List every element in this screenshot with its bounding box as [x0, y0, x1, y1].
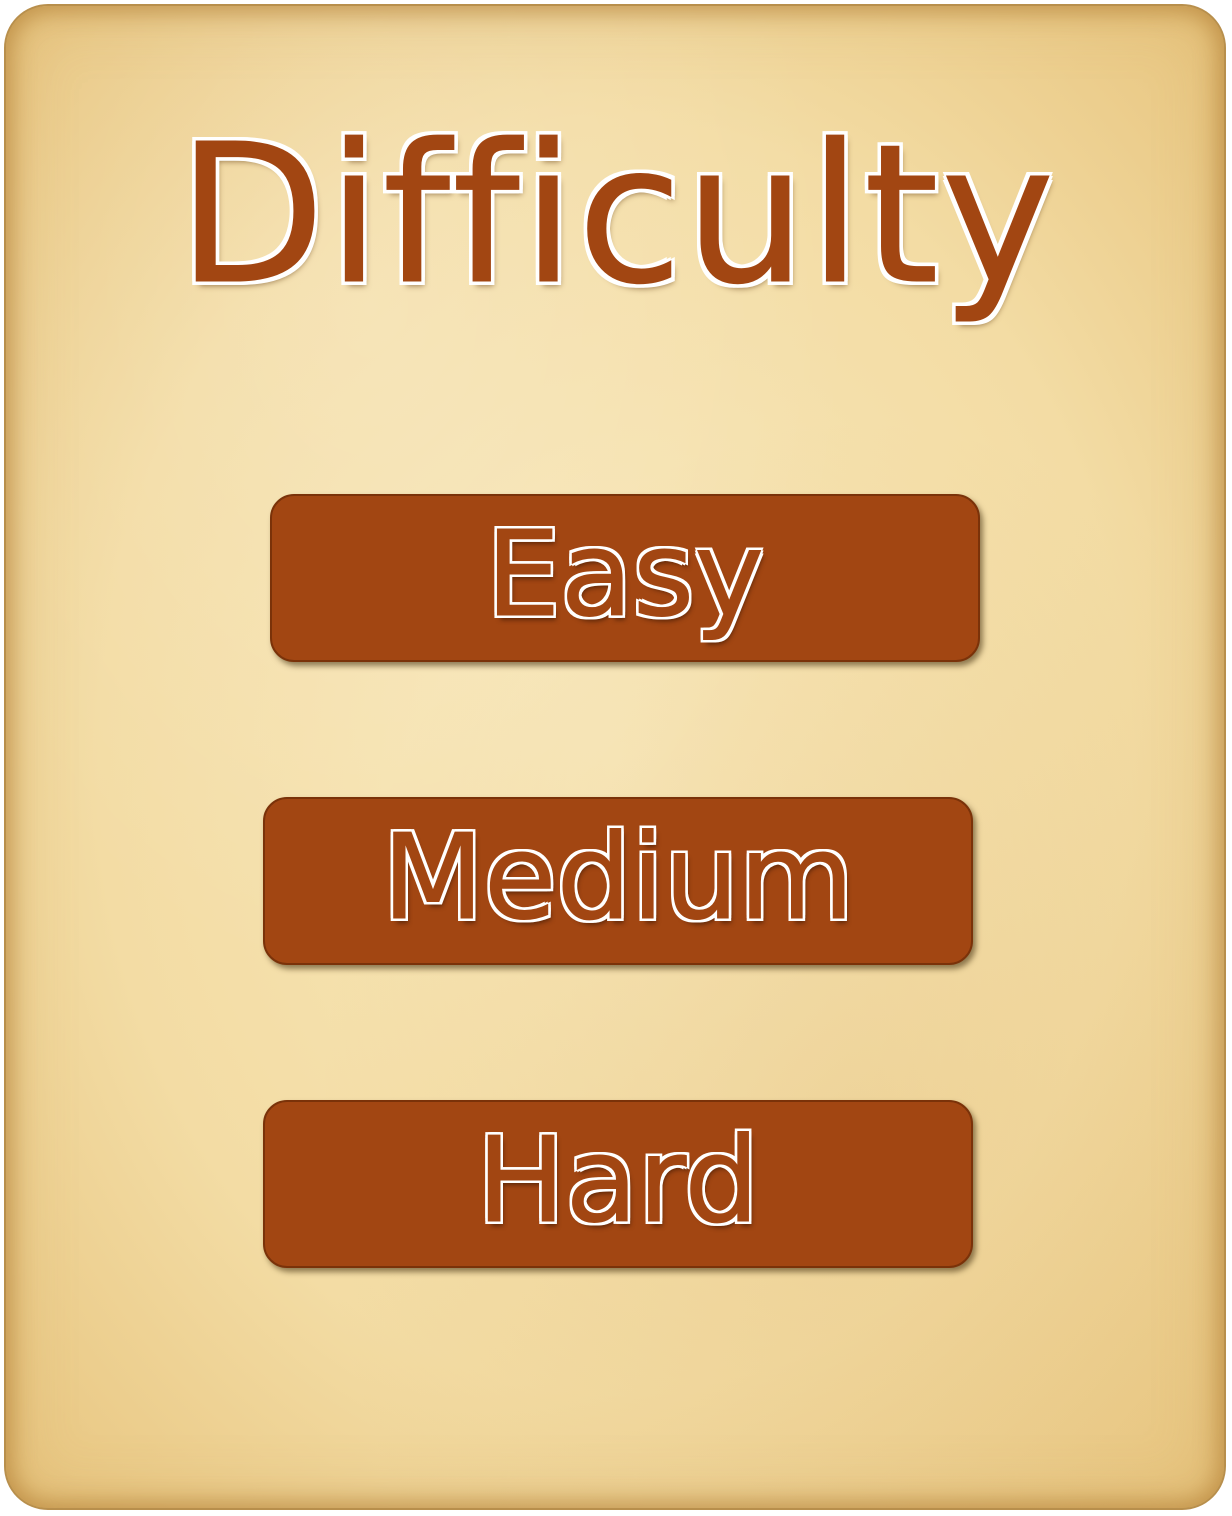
medium-button[interactable]: Medium: [263, 797, 973, 965]
difficulty-panel: Difficulty Easy Medium Hard: [4, 4, 1226, 1510]
easy-button-label: Easy: [485, 505, 765, 644]
page-title: Difficulty: [177, 104, 1057, 327]
easy-button[interactable]: Easy: [270, 494, 980, 662]
medium-button-label: Medium: [382, 808, 855, 947]
hard-button[interactable]: Hard: [263, 1100, 973, 1268]
hard-button-label: Hard: [476, 1111, 760, 1250]
